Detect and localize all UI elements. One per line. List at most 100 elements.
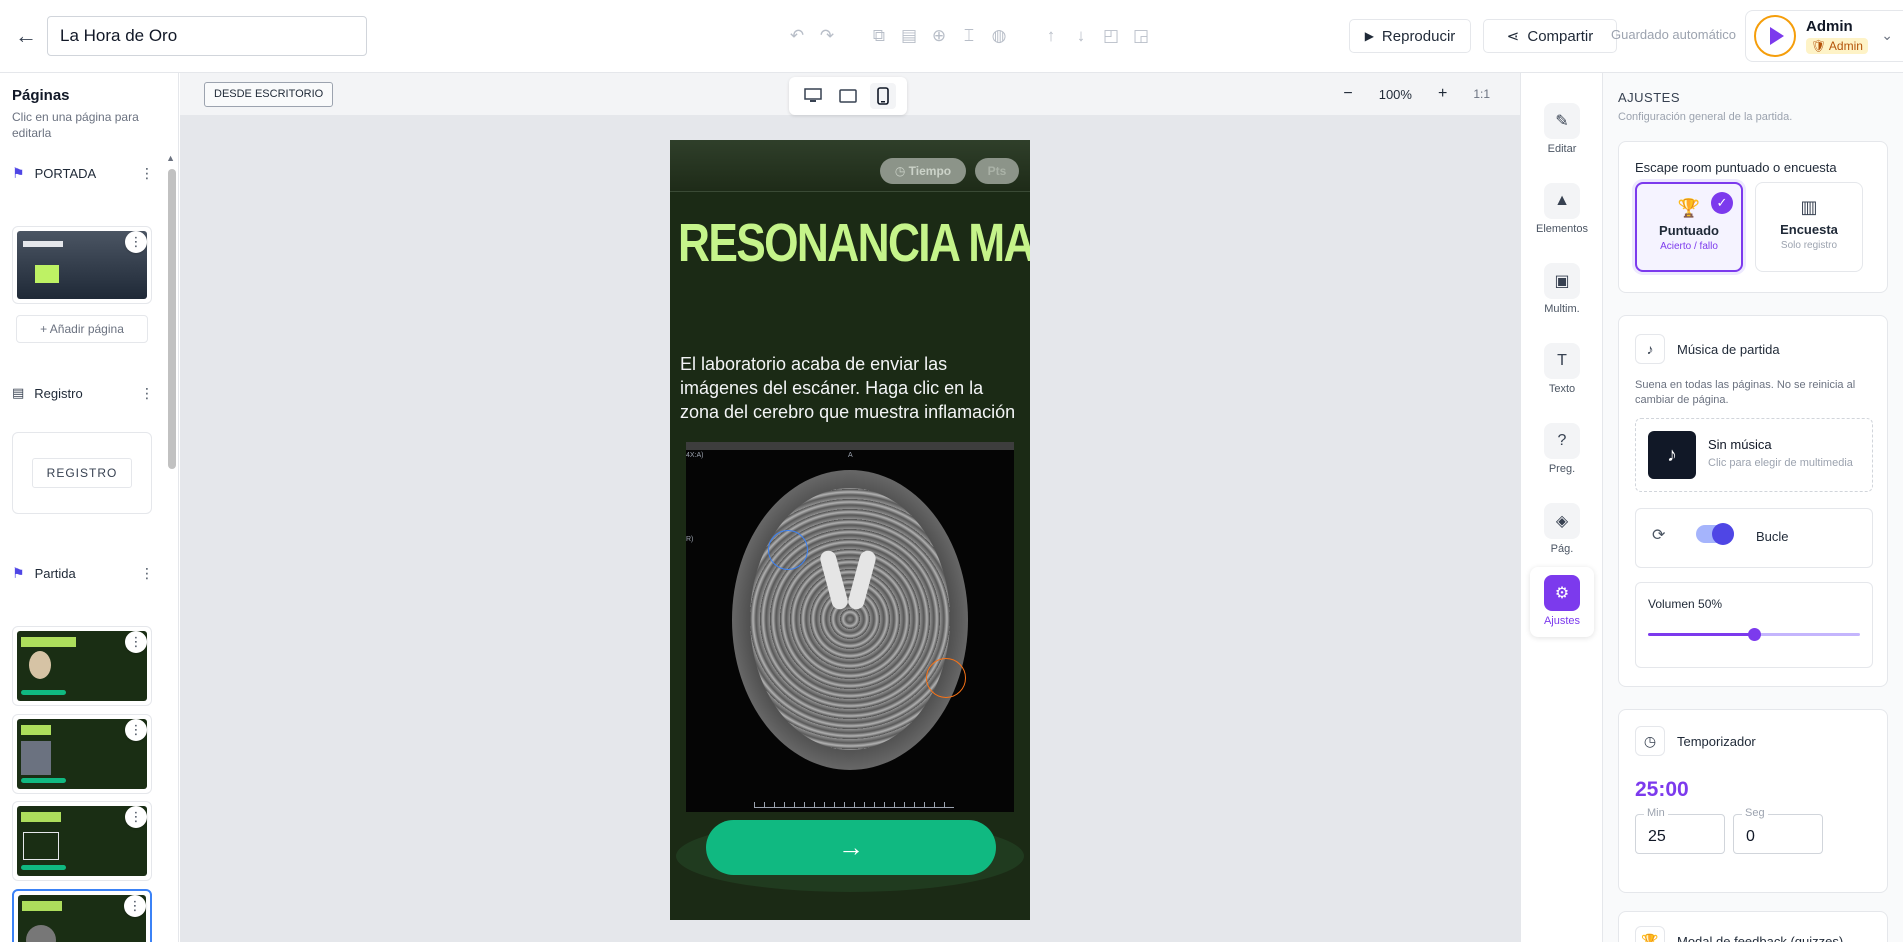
mobile-icon[interactable] — [870, 83, 897, 109]
rail-elements[interactable]: ▲ Elementos — [1530, 175, 1594, 245]
timer-seconds-input[interactable] — [1734, 815, 1814, 853]
add-page-button[interactable]: + Añadir página — [16, 315, 148, 343]
palette-icon[interactable]: ◍ — [988, 25, 1010, 47]
question-icon: ? — [1544, 423, 1580, 459]
timer-pill[interactable]: ◷ Tiempo — [880, 158, 966, 184]
feedback-card[interactable]: 🏆 Modal de feedback (quizzes) — [1618, 911, 1888, 942]
autosave-status: Guardado automático — [1611, 27, 1737, 42]
scrollbar[interactable]: ▲ ▼ — [166, 153, 176, 942]
shapes-icon: ▲ — [1544, 183, 1580, 219]
clipboard-icon: ▤ — [12, 385, 25, 400]
desktop-icon[interactable] — [800, 83, 826, 109]
tablet-icon[interactable] — [835, 83, 861, 109]
share-button[interactable]: ⋖ Compartir — [1483, 19, 1617, 53]
section-partida[interactable]: ⚑ Partida ⋮ — [12, 565, 154, 582]
zoom-level: 100% — [1378, 86, 1412, 102]
game-title-input[interactable] — [47, 16, 367, 56]
edit-toolbar: ↶ ↷ ⧉ ▤ ⊕ ⌶ ◍ ↑ ↓ ◰ ◲ — [786, 24, 1152, 48]
more-vert-icon[interactable]: ⋮ — [125, 631, 147, 653]
mode-card: Escape room puntuado o encuesta ✓ 🏆 Punt… — [1618, 141, 1888, 293]
settings-title: AJUSTES — [1618, 90, 1681, 105]
play-button[interactable]: ▶ Reproducir — [1349, 19, 1471, 53]
more-vert-icon[interactable]: ⋮ — [125, 719, 147, 741]
avatar — [1754, 15, 1796, 57]
page-thumb[interactable]: ⋮ — [12, 626, 152, 706]
redo-icon[interactable]: ↷ — [816, 25, 838, 47]
preview-header: ◷ Tiempo Pts — [670, 140, 1030, 192]
text-icon: T — [1544, 343, 1580, 379]
pages-title: Páginas — [12, 87, 70, 104]
music-hint: Suena en todas las páginas. No se reinic… — [1635, 379, 1856, 406]
rail-text[interactable]: T Texto — [1530, 335, 1594, 405]
page-thumb-selected[interactable]: ⋮ — [12, 889, 152, 942]
timer-card: ◷ Temporizador 25:00 Min Seg — [1618, 709, 1888, 893]
duplicate-icon[interactable]: ⊕ — [928, 25, 950, 47]
role-badge: 🛡 Admin — [1806, 37, 1868, 54]
image-icon: ▣ — [1544, 263, 1580, 299]
music-picker[interactable]: ♪ Sin música Clic para elegir de multime… — [1635, 418, 1873, 492]
loop-row: ⟳ Bucle — [1635, 508, 1873, 568]
timer-minutes-field: Min — [1635, 807, 1725, 854]
format-paint-icon[interactable]: ⌶ — [958, 25, 980, 47]
rail-media[interactable]: ▣ Multim. — [1530, 255, 1594, 325]
timer-minutes-input[interactable] — [1636, 815, 1716, 853]
bar-chart-icon: ▥ — [1800, 197, 1818, 217]
user-menu[interactable]: Admin 🛡 Admin ⌄ — [1745, 10, 1903, 62]
rail-edit[interactable]: ✎ Editar — [1530, 95, 1594, 165]
back-arrow-icon[interactable]: ← — [14, 24, 38, 48]
send-back-icon[interactable]: ◲ — [1130, 25, 1152, 47]
more-vert-icon[interactable]: ⋮ — [124, 895, 146, 917]
music-note-icon: ♪ — [1635, 334, 1665, 364]
trophy-icon: 🏆 — [1635, 926, 1665, 942]
slide-body[interactable]: El laboratorio acaba de enviar las imáge… — [680, 352, 1025, 426]
page-thumb-portada[interactable]: ⋮ — [12, 226, 152, 304]
hotspot-region[interactable] — [926, 658, 966, 698]
page-thumb-registro[interactable]: REGISTRO — [12, 432, 152, 514]
rail-pages[interactable]: ◈ Pág. — [1530, 495, 1594, 565]
editor-canvas: DESDE ESCRITORIO − 100% + 1:1 ◷ Tiempo P… — [180, 73, 1520, 942]
gear-icon: ⚙ — [1544, 575, 1580, 611]
mode-option-encuesta[interactable]: ▥ Encuesta Solo registro — [1755, 182, 1863, 272]
flag-icon: ⚑ — [12, 165, 25, 181]
page-thumb[interactable]: ⋮ — [12, 801, 152, 881]
points-pill: Pts — [975, 158, 1019, 184]
zoom-reset-button[interactable]: 1:1 — [1473, 87, 1490, 101]
settings-subtitle: Configuración general de la partida. — [1618, 111, 1793, 123]
tool-rail: ✎ Editar ▲ Elementos ▣ Multim. T Texto ?… — [1520, 73, 1602, 942]
more-vert-icon[interactable]: ⋮ — [140, 165, 154, 182]
mode-option-puntuado[interactable]: ✓ 🏆 Puntuado Acierto / fallo — [1635, 182, 1743, 272]
pages-hint: Clic en una página para editarla — [12, 110, 139, 140]
copy-icon[interactable]: ⧉ — [868, 25, 890, 47]
user-name: Admin — [1806, 17, 1853, 35]
more-vert-icon[interactable]: ⋮ — [140, 385, 154, 402]
section-registro[interactable]: ▤ Registro ⋮ — [12, 385, 154, 401]
rail-questions[interactable]: ? Preg. — [1530, 415, 1594, 485]
next-button[interactable]: → — [706, 820, 996, 875]
undo-icon[interactable]: ↶ — [786, 25, 808, 47]
volume-row: Volumen 50% — [1635, 582, 1873, 668]
paste-icon[interactable]: ▤ — [898, 25, 920, 47]
zoom-in-button[interactable]: + — [1438, 85, 1447, 103]
send-backward-icon[interactable]: ↓ — [1070, 25, 1092, 47]
music-card: ♪ Música de partida Suena en todas las p… — [1618, 315, 1888, 687]
hotspot-region[interactable] — [768, 530, 808, 570]
chevron-down-icon: ⌄ — [1881, 27, 1893, 43]
mobile-preview: ◷ Tiempo Pts RESONANCIA MAGNÉTICA El lab… — [670, 140, 1030, 920]
page-thumb[interactable]: ⋮ — [12, 714, 152, 794]
check-icon: ✓ — [1711, 192, 1733, 214]
top-bar: ← ↶ ↷ ⧉ ▤ ⊕ ⌶ ◍ ↑ ↓ ◰ ◲ ▶ Reproducir ⋖ C… — [0, 0, 1903, 73]
volume-slider[interactable] — [1648, 628, 1860, 641]
slide-title[interactable]: RESONANCIA MAGNÉTICA — [678, 212, 1030, 274]
from-desktop-button[interactable]: DESDE ESCRITORIO — [204, 82, 334, 107]
loop-toggle[interactable] — [1696, 523, 1734, 545]
more-vert-icon[interactable]: ⋮ — [125, 231, 147, 253]
rail-settings[interactable]: ⚙ Ajustes — [1530, 567, 1594, 637]
section-portada[interactable]: ⚑ PORTADA ⋮ — [12, 165, 154, 182]
more-vert-icon[interactable]: ⋮ — [140, 565, 154, 582]
bring-forward-icon[interactable]: ↑ — [1040, 25, 1062, 47]
share-icon: ⋖ — [1506, 28, 1520, 45]
more-vert-icon[interactable]: ⋮ — [125, 806, 147, 828]
zoom-out-button[interactable]: − — [1343, 85, 1352, 103]
bring-front-icon[interactable]: ◰ — [1100, 25, 1122, 47]
mri-image[interactable]: 4X:A) A R) — [686, 442, 1014, 812]
